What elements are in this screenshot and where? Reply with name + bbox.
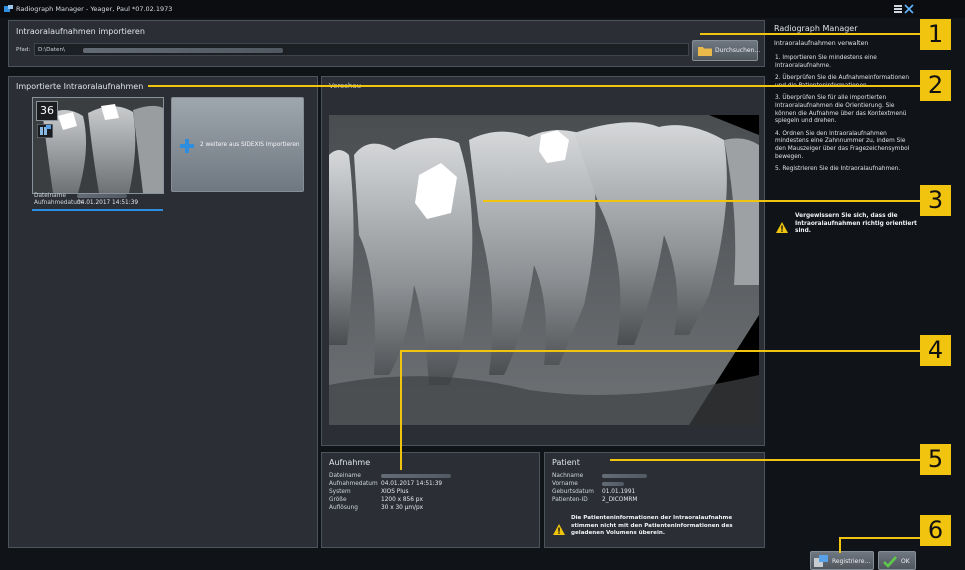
callout-5: 5 bbox=[920, 444, 951, 475]
aufnahme-label-4: Auflösung bbox=[329, 505, 358, 511]
tooth-number-badge[interactable]: 36 bbox=[36, 101, 58, 121]
imported-panel-title: Importierte Intraoralaufnahmen bbox=[16, 82, 144, 91]
callout-line-4b bbox=[400, 350, 402, 470]
checkmark-icon bbox=[883, 556, 897, 568]
help-subtitle: Intraoralaufnahmen verwalten bbox=[774, 40, 869, 47]
aufnahme-value-1: 04.01.2017 14:51:39 bbox=[381, 481, 443, 487]
thumbnail-meta: Dateiname Aufnahmedatum 04.01.2017 14:51… bbox=[32, 192, 163, 211]
path-input[interactable]: D:\Daten\ bbox=[34, 43, 689, 56]
callout-6: 6 bbox=[920, 515, 951, 546]
callout-3: 3 bbox=[920, 185, 951, 216]
imported-panel: Importierte Intraoralaufnahmen 36 Datein… bbox=[8, 76, 318, 548]
help-step-3: 3. Überprüfen Sie für alle importierten … bbox=[775, 95, 907, 125]
aufnahme-panel-title: Aufnahme bbox=[329, 458, 371, 467]
aufnahme-label-3: Größe bbox=[329, 497, 347, 503]
callout-line-6a bbox=[839, 537, 920, 539]
xray-preview bbox=[329, 115, 759, 425]
browse-button[interactable]: Durchsuchen... bbox=[692, 40, 761, 61]
folder-icon bbox=[698, 47, 712, 56]
patient-warning-text: Die Patienteninformationen der Intraoral… bbox=[571, 515, 733, 537]
patient-panel: Patient Nachname Vorname Geburtsdatum 01… bbox=[544, 452, 765, 548]
title-bar: Radiograph Manager - Yeager, Paul *07.02… bbox=[0, 0, 965, 18]
aufnahme-label-0: Dateiname bbox=[329, 473, 361, 479]
window-controls-icon[interactable] bbox=[894, 4, 914, 14]
help-steps: 1. Importieren Sie mindestens eine Intra… bbox=[775, 55, 917, 179]
patient-label-2: Geburtsdatum bbox=[552, 489, 594, 495]
tooth-icon[interactable] bbox=[37, 124, 53, 138]
callout-line-3 bbox=[483, 200, 920, 202]
window-title: Radiograph Manager - Yeager, Paul *07.02… bbox=[16, 5, 173, 13]
help-step-5: 5. Registrieren Sie die Intraoralaufnahm… bbox=[775, 166, 901, 173]
patient-value-3: 2_DICOMRM bbox=[602, 497, 638, 503]
aufnahme-filename-blurred bbox=[381, 474, 451, 478]
help-app-title: Radiograph Manager bbox=[774, 24, 858, 33]
aufnahme-label-1: Aufnahmedatum bbox=[329, 481, 378, 487]
thumbnail-card[interactable]: 36 bbox=[32, 97, 164, 194]
import-panel-title: Intraoralaufnahmen importieren bbox=[16, 27, 145, 36]
callout-line-1 bbox=[700, 33, 920, 35]
callout-1: 1 bbox=[920, 19, 951, 50]
help-warning-icon bbox=[776, 222, 788, 233]
warning-icon bbox=[553, 524, 565, 535]
path-value: D:\Daten\ bbox=[38, 47, 65, 53]
xray-image bbox=[329, 115, 759, 425]
ok-button[interactable]: OK bbox=[878, 551, 916, 570]
thumb-meta-value-1: 04.01.2017 14:51:39 bbox=[77, 200, 139, 206]
callout-line-6b bbox=[839, 537, 841, 553]
help-warning-text: Vergewissern Sie sich, dass die Intraora… bbox=[795, 213, 917, 235]
patient-label-3: Patienten-ID bbox=[552, 497, 588, 503]
thumb-filename-blurred bbox=[77, 194, 127, 198]
aufnahme-value-3: 1200 x 856 px bbox=[381, 497, 423, 503]
app-window: Radiograph Manager - Yeager, Paul *07.02… bbox=[0, 0, 965, 570]
callout-line-4a bbox=[400, 350, 920, 352]
help-step-2: 2. Überprüfen Sie die Aufnahmeinformatio… bbox=[775, 75, 909, 89]
browse-label: Durchsuchen... bbox=[715, 47, 761, 54]
help-step-4: 4. Ordnen Sie den Intraoralaufnahmen min… bbox=[775, 130, 910, 160]
plus-icon bbox=[180, 139, 194, 153]
path-blurred bbox=[83, 48, 283, 53]
import-panel: Intraoralaufnahmen importieren Pfad: D:\… bbox=[8, 20, 765, 67]
thumb-meta-label-1: Aufnahmedatum bbox=[34, 200, 83, 206]
preview-panel: Vorschau bbox=[321, 76, 765, 446]
patient-value-2: 01.01.1991 bbox=[602, 489, 636, 495]
help-step-1: 1. Importieren Sie mindestens eine Intra… bbox=[775, 55, 877, 69]
ok-label: OK bbox=[901, 558, 910, 565]
callout-2: 2 bbox=[920, 70, 951, 101]
aufnahme-label-2: System bbox=[329, 489, 351, 495]
sidexis-import-button[interactable]: 2 weitere aus SIDEXIS importieren bbox=[171, 97, 304, 192]
register-label: Registriere... bbox=[832, 558, 871, 565]
patient-firstname-blurred bbox=[602, 482, 624, 486]
thumb-meta-label-0: Dateiname bbox=[34, 193, 66, 199]
register-icon bbox=[814, 555, 828, 567]
patient-label-1: Vorname bbox=[552, 481, 578, 487]
callout-4: 4 bbox=[920, 335, 951, 366]
aufnahme-panel: Aufnahme Dateiname Aufnahmedatum 04.01.2… bbox=[321, 452, 540, 548]
sidexis-import-label: 2 weitere aus SIDEXIS importieren bbox=[200, 142, 300, 148]
callout-line-5 bbox=[610, 459, 920, 461]
aufnahme-value-4: 30 x 30 µm/px bbox=[381, 505, 424, 511]
patient-label-0: Nachname bbox=[552, 473, 584, 479]
patient-lastname-blurred bbox=[602, 474, 647, 478]
path-label: Pfad: bbox=[16, 47, 31, 53]
app-icon bbox=[4, 5, 13, 12]
callout-line-2 bbox=[148, 85, 920, 87]
aufnahme-value-2: XIOS Plus bbox=[381, 489, 409, 495]
patient-panel-title: Patient bbox=[552, 458, 580, 467]
register-button[interactable]: Registriere... bbox=[810, 551, 874, 570]
